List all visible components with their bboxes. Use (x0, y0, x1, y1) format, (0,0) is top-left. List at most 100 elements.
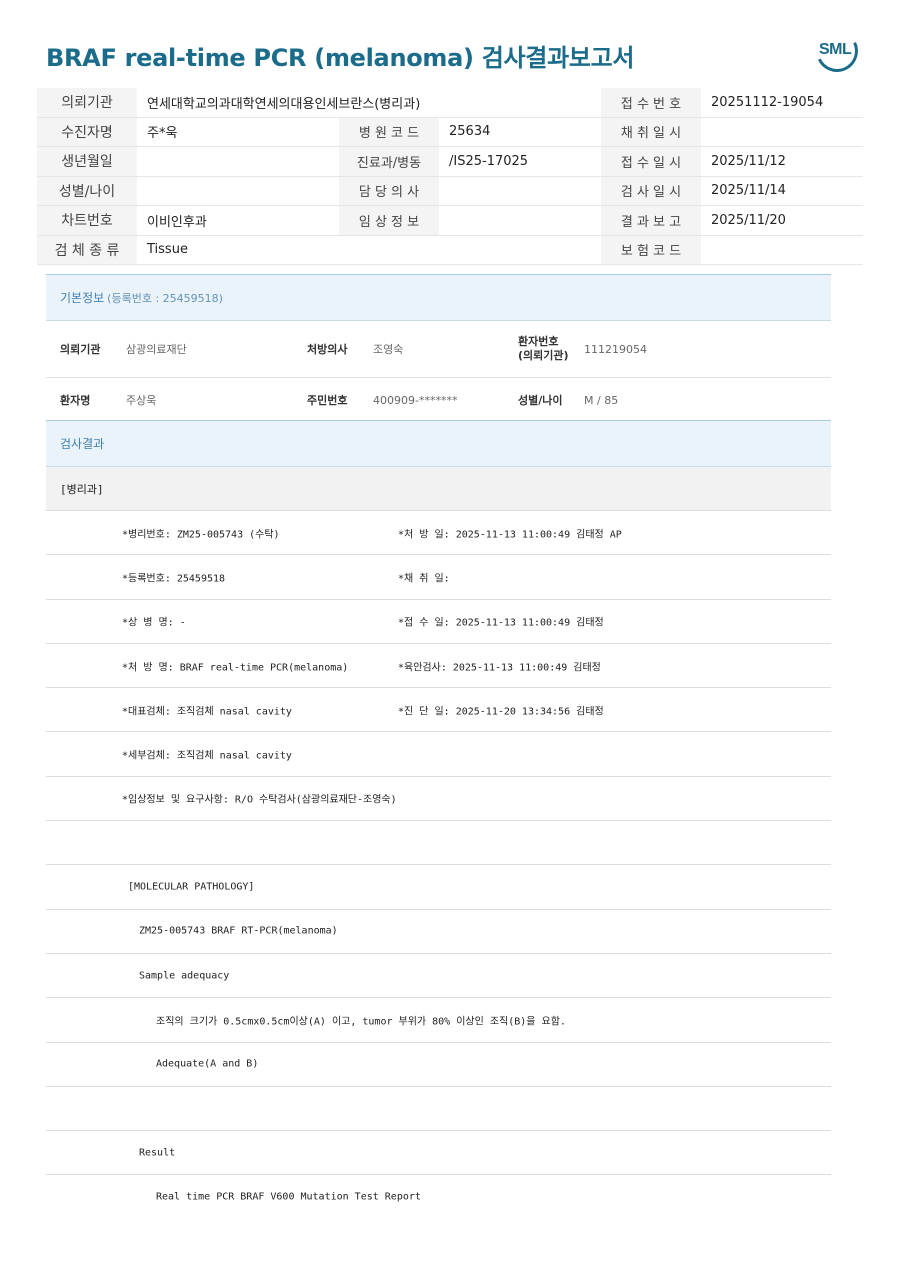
result-line (46, 821, 831, 866)
result-line-left: *상 병 명: - (122, 617, 186, 629)
header-value: 2025/11/14 (701, 176, 863, 206)
result-line-right: *접 수 일: 2025-11-13 11:00:49 김태정 (398, 617, 604, 629)
result-line: *대표검체: 조직검체 nasal cavity *진 단 일: 2025-11-… (46, 688, 831, 733)
basic-label-stack: 환자번호 (의뢰기관) (518, 335, 584, 363)
header-value: 25634 (439, 117, 601, 147)
header-value: 주*욱 (137, 117, 339, 147)
logo-text: SML (819, 41, 852, 58)
header-value: 이비인후과 (137, 205, 339, 236)
header-label: 임 상 정 보 (339, 205, 439, 236)
header-label: 결 과 보 고 (601, 205, 701, 236)
header-value: 연세대학교의과대학연세의대용인세브란스(병리과) (137, 88, 601, 118)
header-value (701, 117, 863, 147)
basic-value: 조영숙 (373, 343, 404, 356)
result-line-right: *육안검사: 2025-11-13 11:00:49 김태정 (398, 662, 601, 674)
header-label: 채 취 일 시 (601, 117, 701, 147)
result-line: Result (46, 1131, 831, 1176)
header-value: 2025/11/12 (701, 146, 863, 177)
result-line-right: *진 단 일: 2025-11-20 13:34:56 김태정 (398, 706, 604, 718)
report-title: BRAF real-time PCR (melanoma) 검사결과보고서 (46, 44, 635, 72)
result-line-left: [MOLECULAR PATHOLOGY] (128, 881, 255, 893)
result-line-left: *세부검체: 조직검체 nasal cavity (122, 750, 292, 762)
result-line: Sample adequacy (46, 954, 831, 999)
result-lines: *병리번호: ZM25-005743 (수탁) *처 방 일: 2025-11-1… (46, 511, 831, 1219)
result-line-left: Result (139, 1147, 176, 1159)
result-line-left: Real time PCR BRAF V600 Mutation Test Re… (156, 1191, 421, 1203)
header-row: 의뢰기관 연세대학교의과대학연세의대용인세브란스(병리과) 접 수 번 호 20251… (37, 88, 863, 118)
result-line-left: *등록번호: 25459518 (122, 573, 226, 585)
basic-info-row: 환자명 주상욱 주민번호 400909-******* 성별/나이 M / 85 (46, 378, 831, 422)
header-label: 보 험 코 드 (601, 235, 701, 265)
basic-label: 의뢰기관 (60, 343, 101, 356)
department-row: [병리과] (46, 467, 831, 511)
basic-value: 400909-******* (373, 393, 458, 407)
header-value: /IS25-17025 (439, 146, 601, 177)
result-line: *상 병 명: - *접 수 일: 2025-11-13 11:00:49 김태정 (46, 600, 831, 644)
header-label: 검 사 일 시 (601, 176, 701, 206)
basic-value: M / 85 (584, 393, 619, 407)
result-line: *임상정보 및 요구사항: R/O 수탁검사(삼광의료재단-조영숙) (46, 777, 831, 822)
header-label: 진료과/병동 (339, 146, 439, 177)
basic-value: 삼광의료재단 (126, 343, 187, 356)
basic-label: 환자명 (60, 394, 91, 407)
basic-value: 주상욱 (126, 394, 157, 407)
result-line-left: 조직의 크기가 0.5cmx0.5cm이상(A) 이고, tumor 부위가 8… (156, 1016, 566, 1028)
result-line: *병리번호: ZM25-005743 (수탁) *처 방 일: 2025-11-1… (46, 511, 831, 556)
basic-value: 111219054 (584, 342, 647, 356)
basic-label-sub: (의뢰기관) (518, 349, 569, 362)
header-row: 차트번호 이비인후과 임 상 정 보 결 과 보 고 2025/11/20 (37, 205, 863, 236)
header-value (439, 205, 601, 236)
header-label: 성별/나이 (37, 176, 137, 206)
basic-info-row: 의뢰기관 삼광의료재단 처방의사 조영숙 환자번호 (의뢰기관) 1112190… (46, 321, 831, 378)
basic-info-header: 기본정보 (등록번호 : 25459518) (46, 274, 831, 321)
result-line-left: ZM25-005743 BRAF RT-PCR(melanoma) (139, 925, 338, 937)
header-value (701, 235, 863, 265)
result-line-right: *처 방 일: 2025-11-13 11:00:49 김태정 AP (398, 529, 622, 541)
sml-logo: SML (810, 24, 864, 78)
result-line: *등록번호: 25459518 *채 취 일: (46, 555, 831, 600)
header-label: 수진자명 (37, 117, 137, 147)
basic-info-title: 기본정보 (60, 291, 105, 305)
header-label: 접 수 일 시 (601, 146, 701, 177)
result-line: *세부검체: 조직검체 nasal cavity (46, 732, 831, 777)
result-panel: 검사결과 [병리과] *병리번호: ZM25-005743 (수탁) *처 방 일… (46, 420, 831, 1219)
header-label: 생년월일 (37, 146, 137, 177)
header-row: 수진자명 주*욱 병 원 코 드 25634 채 취 일 시 (37, 117, 863, 147)
header-label: 담 당 의 사 (339, 176, 439, 206)
header-info-table: 의뢰기관 연세대학교의과대학연세의대용인세브란스(병리과) 접 수 번 호 20251… (37, 88, 863, 265)
result-line: *처 방 명: BRAF real-time PCR(melanoma) *육안검… (46, 644, 831, 689)
basic-label: 환자번호 (518, 335, 559, 348)
result-line-left: *병리번호: ZM25-005743 (수탁) (122, 529, 280, 541)
result-line: 조직의 크기가 0.5cmx0.5cm이상(A) 이고, tumor 부위가 8… (46, 998, 831, 1043)
header-row: 성별/나이 담 당 의 사 검 사 일 시 2025/11/14 (37, 176, 863, 206)
basic-info-panel: 기본정보 (등록번호 : 25459518) 의뢰기관 삼광의료재단 처방의사 … (46, 274, 831, 422)
basic-label: 주민번호 (307, 394, 348, 407)
result-line (46, 1087, 831, 1132)
result-line-right: *채 취 일: (398, 573, 450, 585)
basic-info-registration: (등록번호 : 25459518) (107, 291, 223, 305)
header-label: 의뢰기관 (37, 88, 137, 118)
header-row: 생년월일 진료과/병동/IS25-17025 접 수 일 시 2025/11/12 (37, 146, 863, 177)
basic-label: 성별/나이 (518, 394, 563, 407)
header-value (137, 176, 339, 206)
header-value: Tissue (137, 235, 601, 265)
header-label: 병 원 코 드 (339, 117, 439, 147)
result-header: 검사결과 (46, 420, 831, 467)
result-line-left: *임상정보 및 요구사항: R/O 수탁검사(삼광의료재단-조영숙) (122, 794, 397, 806)
result-line-left: *처 방 명: BRAF real-time PCR(melanoma) (122, 662, 349, 674)
header-value (439, 176, 601, 206)
header-value (137, 146, 339, 177)
header-label: 검 체 종 류 (37, 235, 137, 265)
header-value: 2025/11/20 (701, 205, 863, 236)
header-row: 검 체 종 류 Tissue 보 험 코 드 (37, 235, 863, 265)
result-line: Adequate(A and B) (46, 1043, 831, 1087)
basic-label: 처방의사 (307, 343, 348, 356)
result-line: ZM25-005743 BRAF RT-PCR(melanoma) (46, 910, 831, 954)
result-line: Real time PCR BRAF V600 Mutation Test Re… (46, 1175, 831, 1218)
result-title: 검사결과 (60, 437, 105, 451)
result-line-left: Sample adequacy (139, 970, 230, 982)
result-line: [MOLECULAR PATHOLOGY] (46, 865, 831, 910)
result-line-left: *대표검체: 조직검체 nasal cavity (122, 706, 292, 718)
header-label: 차트번호 (37, 205, 137, 236)
header-value: 20251112-19054 (701, 88, 863, 118)
